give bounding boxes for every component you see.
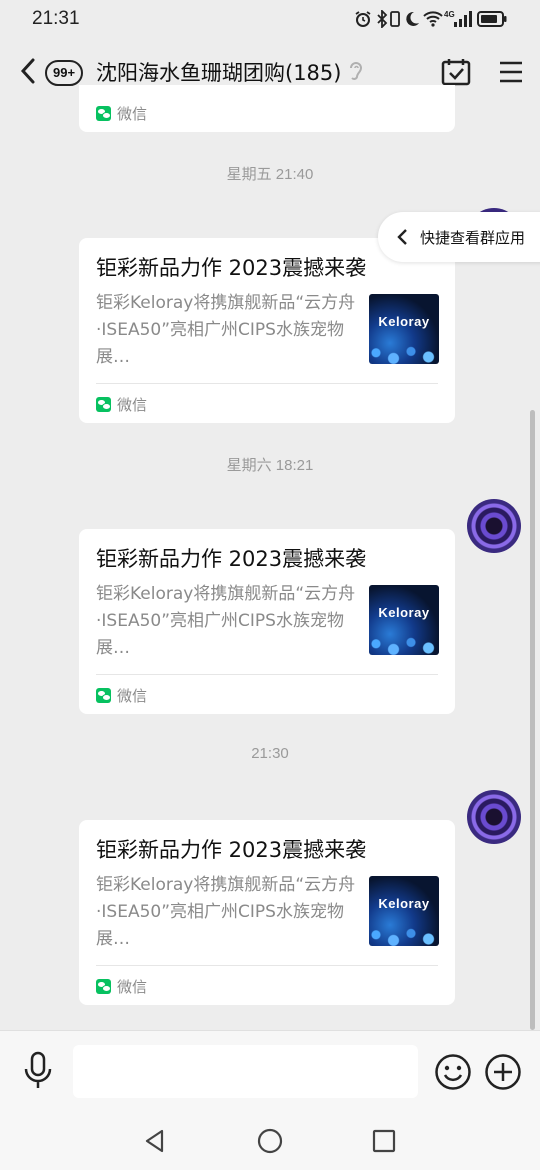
avatar[interactable] [467, 499, 521, 553]
chevron-left-icon [20, 58, 35, 84]
calendar-check-icon [441, 59, 471, 86]
card-thumbnail: Keloray [369, 585, 439, 655]
home-circle-icon[interactable] [257, 1128, 283, 1158]
thumbnail-logo-text: Keloray [378, 896, 430, 911]
card-source-label: 微信 [117, 687, 148, 705]
message-timestamp: 星期六 18:21 [226, 457, 314, 474]
avatar[interactable] [467, 790, 521, 844]
chat-title[interactable]: 沈阳海水鱼珊瑚团购(185) [96, 57, 341, 87]
more-menu-button[interactable] [498, 60, 524, 88]
scrollbar[interactable] [530, 410, 535, 1030]
wechat-icon [96, 979, 111, 994]
message-timestamp: 21:30 [251, 745, 289, 762]
card-divider [96, 965, 438, 966]
wifi-icon [423, 9, 443, 29]
message-input[interactable] [73, 1045, 418, 1098]
moon-icon [404, 9, 420, 29]
card-source-label: 微信 [117, 105, 148, 123]
unread-count-badge: 99+ [45, 60, 84, 86]
message-card[interactable]: 钜彩新品力作 2023震撼来袭 钜彩Keloray将携旗舰新品“云方舟·ISEA… [79, 529, 455, 714]
plus-circle-icon [485, 1054, 521, 1090]
quick-view-group-apps-button[interactable]: 快捷查看群应用 [378, 212, 540, 262]
more-functions-button[interactable] [484, 1053, 522, 1095]
status-time: 21:31 [32, 8, 80, 29]
card-divider [96, 383, 438, 384]
bluetooth-icon [375, 9, 389, 29]
card-source: 微信 [96, 103, 147, 124]
thumbnail-logo-text: Keloray [378, 605, 430, 620]
alarm-icon [354, 9, 372, 29]
wechat-icon [96, 688, 111, 703]
back-button[interactable] [18, 56, 42, 86]
microphone-icon [24, 1051, 52, 1088]
card-description: 钜彩Keloray将携旗舰新品“云方舟·ISEA50”亮相广州CIPS水族宠物展… [96, 875, 356, 949]
card-thumbnail: Keloray [369, 876, 439, 946]
earpiece-mode-icon [348, 59, 364, 87]
card-source: 微信 [96, 394, 147, 415]
message-card[interactable]: 钜彩新品力作 2023震撼来袭 钜彩Keloray将携旗舰新品“云方舟·ISEA… [79, 820, 455, 1005]
thumbnail-logo-text: Keloray [378, 314, 430, 329]
card-title: 钜彩新品力作 2023震撼来袭 [96, 547, 367, 571]
card-title: 钜彩新品力作 2023震撼来袭 [96, 838, 367, 862]
voice-input-button[interactable] [22, 1051, 54, 1095]
wechat-icon [96, 106, 111, 121]
vibrate-icon [389, 9, 401, 29]
card-description: 钜彩Keloray将携旗舰新品“云方舟·ISEA50”亮相广州CIPS水族宠物展… [96, 584, 356, 658]
input-bar [0, 1030, 540, 1113]
card-title: 钜彩新品力作 2023震撼来袭 [96, 256, 367, 280]
recents-square-icon[interactable] [372, 1129, 396, 1157]
card-source-label: 微信 [117, 396, 148, 414]
card-thumbnail: Keloray [369, 294, 439, 364]
battery-icon [477, 9, 507, 29]
smiley-icon [435, 1054, 471, 1090]
chevron-left-icon [397, 229, 407, 245]
back-triangle-icon[interactable] [142, 1128, 168, 1158]
emoji-button[interactable] [434, 1053, 472, 1095]
signal-icon [452, 9, 472, 29]
card-source: 微信 [96, 685, 147, 706]
message-card-partial[interactable]: 微信 [79, 85, 455, 132]
card-divider [96, 674, 438, 675]
wechat-icon [96, 397, 111, 412]
card-description: 钜彩Keloray将携旗舰新品“云方舟·ISEA50”亮相广州CIPS水族宠物展… [96, 293, 356, 367]
system-navigation-bar [0, 1112, 540, 1170]
card-source: 微信 [96, 976, 147, 997]
card-source-label: 微信 [117, 978, 148, 996]
status-bar: 21:31 4G [0, 0, 540, 40]
quick-view-label: 快捷查看群应用 [420, 228, 526, 247]
message-timestamp: 星期五 21:40 [226, 166, 314, 183]
hamburger-icon [500, 61, 522, 83]
message-card[interactable]: 钜彩新品力作 2023震撼来袭 钜彩Keloray将携旗舰新品“云方舟·ISEA… [79, 238, 455, 423]
